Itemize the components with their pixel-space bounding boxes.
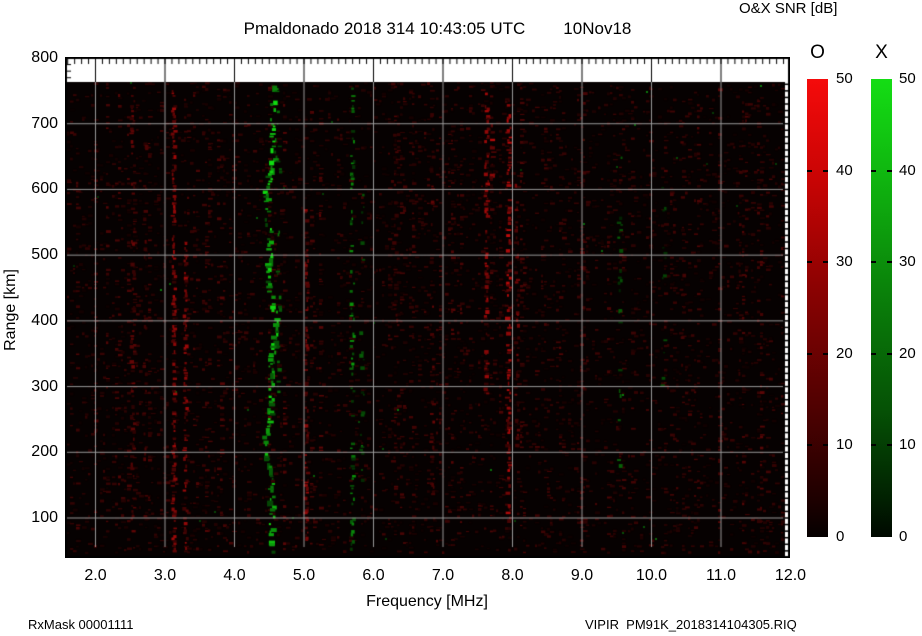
y-tick-label: 500 [31, 246, 58, 264]
colorbar-tick-dash [823, 444, 828, 447]
y-tick-label: 600 [31, 180, 58, 198]
colorbar-tick-dash [823, 169, 828, 172]
colorbar-x-label: X [875, 42, 888, 63]
colorbar-tick-label: 0 [836, 528, 845, 545]
x-tick-label: 12.0 [774, 567, 807, 584]
station-date-title: Pmaldonado 2018 314 10:43:05 UTC [243, 19, 526, 38]
colorbar-tick-label: 50 [836, 70, 853, 87]
x-tick-label: 2.0 [84, 567, 107, 584]
plot-title-row: Pmaldonado 2018 314 10:43:05 UTC 10Nov18 [0, 19, 875, 39]
x-tick-label: 3.0 [153, 567, 177, 584]
x-tick-label: 7.0 [431, 567, 455, 584]
x-tick-label: 8.0 [501, 567, 524, 584]
x-tick-label: 9.0 [570, 567, 594, 584]
rxmask-status: RxMask 00001111 [28, 617, 134, 632]
ionogram-heatmap-canvas [65, 57, 790, 558]
y-tick-label: 200 [31, 443, 58, 461]
colorbar-tick-dash [887, 352, 892, 355]
colorbar-tick-label: 30 [899, 253, 916, 271]
colorbar-tick-dash [807, 261, 812, 264]
colorbar-tick-dash [871, 352, 876, 355]
y-axis-label: Range [km] [2, 269, 19, 351]
colorbar-x-gradient [871, 79, 892, 537]
colorbar-tick-label: 20 [899, 344, 916, 362]
colorbar-tick-dash [823, 352, 828, 355]
colorbar-tick-label: 0 [899, 528, 908, 545]
colorbar-tick-label: 30 [836, 253, 853, 271]
y-tick-label: 100 [31, 508, 58, 526]
colorbar-o-label: O [810, 42, 825, 63]
y-tick-label: 300 [31, 377, 58, 395]
x-tick-label: 11.0 [706, 567, 736, 584]
colorbar-o-gradient [807, 79, 828, 537]
colorbar-title: O&X SNR [dB] [739, 0, 838, 17]
colorbar-tick-label: 50 [899, 70, 916, 87]
colorbar-tick-label: 40 [899, 161, 916, 179]
colorbar-tick-dash [807, 352, 812, 355]
colorbar-tick-dash [807, 444, 812, 447]
y-tick-label: 400 [31, 311, 58, 329]
colorbar-tick-dash [871, 444, 876, 447]
colorbar-tick-label: 20 [836, 344, 853, 362]
data-filename: VIPIR PM91K_2018314104305.RIQ [585, 617, 797, 632]
x-tick-label: 5.0 [292, 567, 316, 584]
colorbar-tick-dash [823, 261, 828, 264]
title-date: 10Nov18 [563, 19, 632, 38]
colorbar-tick-dash [887, 261, 892, 264]
x-axis-label: Frequency [MHz] [366, 593, 488, 610]
y-tick-label: 700 [31, 114, 58, 132]
colorbar-tick-dash [887, 444, 892, 447]
colorbar-tick-dash [871, 261, 876, 264]
x-tick-label: 10.0 [635, 567, 668, 584]
colorbar-tick-dash [871, 169, 876, 172]
x-tick-label: 4.0 [223, 567, 246, 584]
y-tick-label: 800 [31, 49, 58, 66]
colorbar-tick-dash [887, 169, 892, 172]
colorbar-tick-label: 10 [899, 436, 916, 454]
x-tick-label: 6.0 [362, 567, 385, 584]
colorbar-tick-label: 10 [836, 436, 853, 454]
colorbar-tick-label: 40 [836, 161, 853, 179]
colorbar-tick-dash [807, 169, 812, 172]
